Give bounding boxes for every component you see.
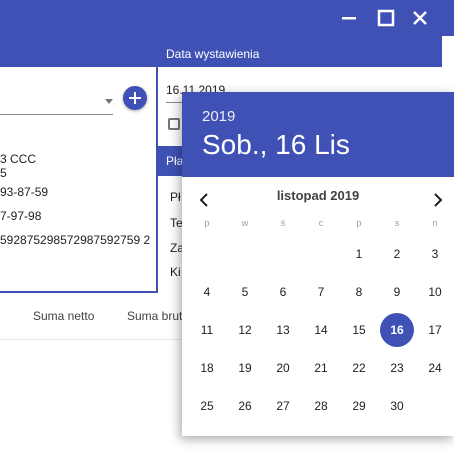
calendar-day[interactable]: 13 bbox=[266, 313, 300, 347]
client-line: 3 CCC bbox=[0, 152, 37, 166]
payment-header-label: Pła bbox=[166, 154, 184, 168]
minimize-icon[interactable] bbox=[336, 5, 362, 31]
weekday-label: ś bbox=[280, 218, 286, 228]
maximize-icon[interactable] bbox=[373, 5, 399, 31]
client-select[interactable] bbox=[0, 114, 113, 115]
add-client-button[interactable] bbox=[123, 86, 147, 110]
selected-date-label: Sob., 16 Lis bbox=[202, 129, 350, 160]
calendar-day[interactable]: 15 bbox=[342, 313, 376, 347]
weekday-label: n bbox=[432, 218, 438, 228]
close-icon[interactable] bbox=[407, 5, 433, 31]
calendar-day[interactable]: 17 bbox=[418, 313, 452, 347]
checkbox[interactable] bbox=[168, 118, 180, 130]
client-line: 7-97-98 bbox=[0, 209, 42, 223]
calendar-day[interactable]: 1 bbox=[342, 237, 376, 271]
calendar-day[interactable]: 2 bbox=[380, 237, 414, 271]
date-picker-dialog: 2019 Sob., 16 Lis listopad 2019 pwścpsn … bbox=[182, 92, 454, 436]
date-picker-header: 2019 Sob., 16 Lis bbox=[182, 92, 454, 177]
panel-divider bbox=[0, 291, 158, 293]
client-line: 5 bbox=[0, 166, 7, 180]
selected-day[interactable]: 16 bbox=[380, 313, 414, 347]
calendar-day[interactable]: 5 bbox=[228, 275, 262, 309]
calendar-day[interactable]: 25 bbox=[190, 389, 224, 423]
column-header-net[interactable]: Suma netto bbox=[33, 309, 94, 323]
calendar-day[interactable]: 19 bbox=[228, 351, 262, 385]
calendar-day[interactable]: 20 bbox=[266, 351, 300, 385]
calendar-day[interactable]: 6 bbox=[266, 275, 300, 309]
weekday-label: c bbox=[318, 218, 324, 228]
calendar-day[interactable]: 29 bbox=[342, 389, 376, 423]
section-header: Data wystawienia bbox=[0, 36, 442, 67]
weekday-label: p bbox=[356, 218, 362, 228]
weekday-label: s bbox=[394, 218, 400, 228]
calendar-day[interactable]: 22 bbox=[342, 351, 376, 385]
client-line: 93-87-59 bbox=[0, 185, 49, 199]
calendar-day[interactable]: 28 bbox=[304, 389, 338, 423]
chevron-right-icon[interactable] bbox=[426, 188, 450, 212]
table-divider bbox=[0, 339, 182, 340]
payment-item: Pł bbox=[170, 190, 181, 204]
calendar-day[interactable]: 14 bbox=[304, 313, 338, 347]
calendar-day[interactable]: 27 bbox=[266, 389, 300, 423]
plus-icon bbox=[129, 92, 141, 104]
calendar-day[interactable]: 4 bbox=[190, 275, 224, 309]
weekday-label: p bbox=[204, 218, 210, 228]
payment-item: Te bbox=[170, 216, 183, 230]
calendar-day[interactable]: 18 bbox=[190, 351, 224, 385]
date-issued-label: Data wystawienia bbox=[166, 47, 260, 61]
calendar-day[interactable]: 12 bbox=[228, 313, 262, 347]
calendar-day[interactable]: 9 bbox=[380, 275, 414, 309]
calendar-day[interactable]: 21 bbox=[304, 351, 338, 385]
year-label[interactable]: 2019 bbox=[202, 108, 235, 125]
calendar-day[interactable]: 3 bbox=[418, 237, 452, 271]
month-label: listopad 2019 bbox=[276, 188, 360, 203]
calendar-day[interactable]: 26 bbox=[228, 389, 262, 423]
calendar-day[interactable]: 11 bbox=[190, 313, 224, 347]
payment-item: Ki bbox=[170, 265, 181, 279]
calendar-day[interactable]: 24 bbox=[418, 351, 452, 385]
client-line: 592875298572987592759 2 bbox=[0, 233, 151, 247]
chevron-down-icon[interactable] bbox=[105, 99, 113, 104]
calendar-day[interactable]: 23 bbox=[380, 351, 414, 385]
calendar-day[interactable]: 30 bbox=[380, 389, 414, 423]
title-bar bbox=[0, 0, 454, 36]
calendar-day[interactable]: 8 bbox=[342, 275, 376, 309]
calendar-day[interactable]: 10 bbox=[418, 275, 452, 309]
calendar-day[interactable]: 7 bbox=[304, 275, 338, 309]
weekday-label: w bbox=[241, 218, 249, 228]
